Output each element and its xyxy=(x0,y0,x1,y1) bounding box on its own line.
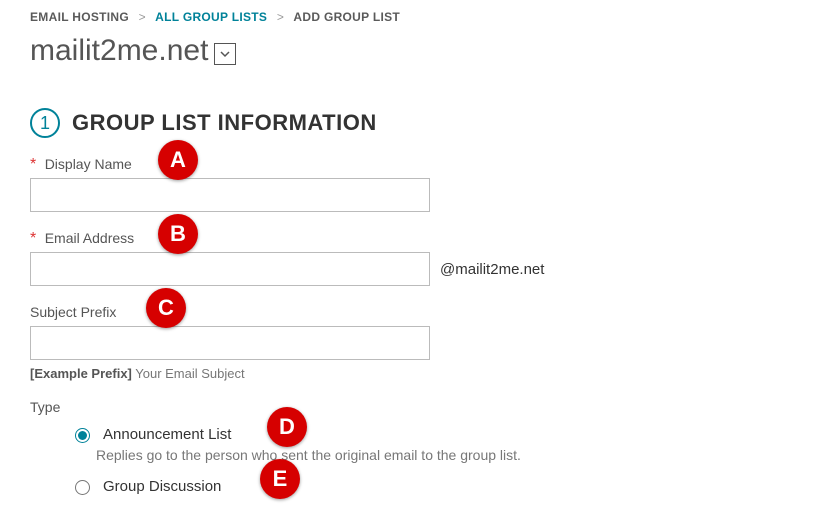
radio-announcement-list[interactable]: Announcement List D xyxy=(70,425,790,443)
subject-prefix-label: Subject Prefix xyxy=(30,304,116,320)
subject-prefix-input[interactable] xyxy=(30,326,430,360)
breadcrumb: EMAIL HOSTING > ALL GROUP LISTS > ADD GR… xyxy=(30,10,790,24)
required-marker: * xyxy=(30,156,36,173)
required-marker: * xyxy=(30,230,36,247)
type-label: Type xyxy=(30,399,790,415)
annotation-b: B xyxy=(158,214,198,254)
radio-group-discussion[interactable]: Group Discussion E xyxy=(70,477,790,495)
radio-group-discussion-label: Group Discussion xyxy=(103,478,221,495)
hint-example-rest: Your Email Subject xyxy=(132,366,245,381)
hint-example-bold: [Example Prefix] xyxy=(30,366,132,381)
domain-name: mailit2me.net xyxy=(30,34,208,68)
annotation-e: E xyxy=(260,459,300,499)
radio-announcement-desc: Replies go to the person who sent the or… xyxy=(96,447,790,463)
annotation-a: A xyxy=(158,140,198,180)
breadcrumb-separator: > xyxy=(139,10,146,24)
radio-announcement-input[interactable] xyxy=(75,428,90,443)
field-subject-prefix: Subject Prefix [Example Prefix] Your Ema… xyxy=(30,304,790,381)
step-number: 1 xyxy=(30,108,60,138)
display-name-input[interactable] xyxy=(30,178,430,212)
breadcrumb-current: ADD GROUP LIST xyxy=(293,10,400,24)
display-name-label: Display Name xyxy=(45,156,132,172)
breadcrumb-separator: > xyxy=(277,10,284,24)
domain-selector: mailit2me.net xyxy=(30,34,790,68)
chevron-down-icon xyxy=(219,48,231,60)
subject-prefix-hint: [Example Prefix] Your Email Subject xyxy=(30,366,790,381)
breadcrumb-all-group-lists[interactable]: ALL GROUP LISTS xyxy=(155,10,267,24)
email-address-label: Email Address xyxy=(45,230,134,246)
radio-group-discussion-input[interactable] xyxy=(75,480,90,495)
radio-announcement-label: Announcement List xyxy=(103,426,231,443)
annotation-d: D xyxy=(267,407,307,447)
field-type: Type Announcement List D Replies go to t… xyxy=(30,399,790,495)
email-domain-suffix: @mailit2me.net xyxy=(440,261,544,278)
domain-dropdown-button[interactable] xyxy=(214,43,236,65)
section-header: 1 GROUP LIST INFORMATION xyxy=(30,108,790,138)
email-address-input[interactable] xyxy=(30,252,430,286)
section-title: GROUP LIST INFORMATION xyxy=(72,110,377,136)
breadcrumb-root[interactable]: EMAIL HOSTING xyxy=(30,10,129,24)
field-display-name: * Display Name A xyxy=(30,156,790,212)
annotation-c: C xyxy=(146,288,186,328)
field-email-address: * Email Address @mailit2me.net B xyxy=(30,230,790,286)
